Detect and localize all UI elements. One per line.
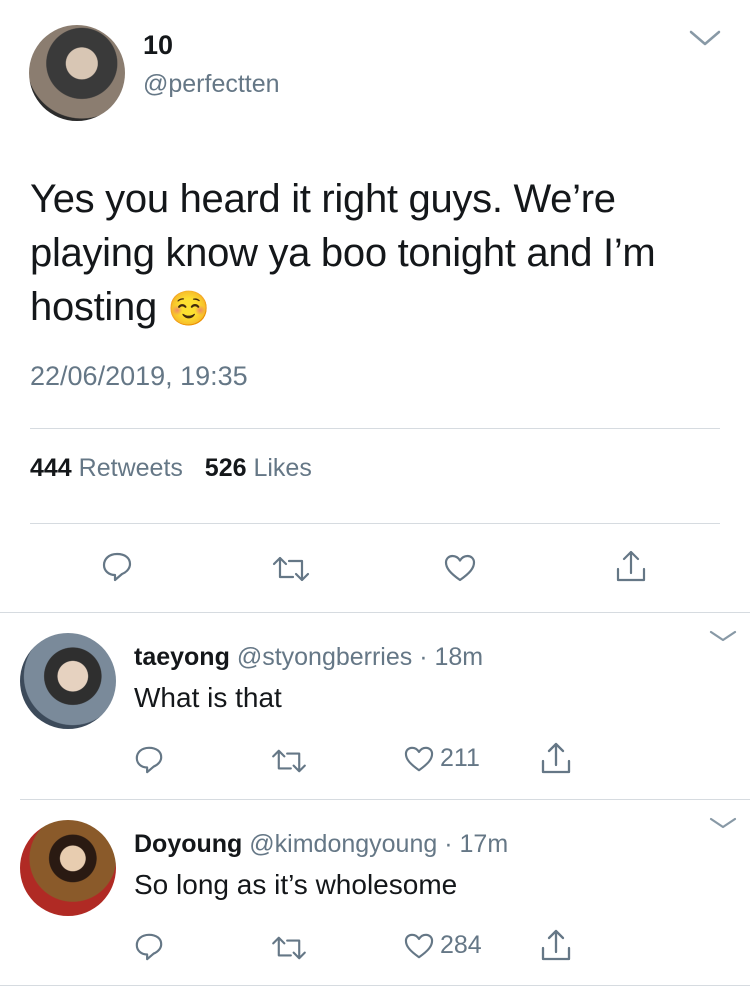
retweets-label[interactable]: Retweets xyxy=(79,454,183,482)
divider xyxy=(30,523,720,524)
reply-avatar[interactable] xyxy=(20,820,116,916)
retweet-icon[interactable] xyxy=(271,555,311,583)
engagement-stats: 444 Retweets 526 Likes xyxy=(30,454,312,483)
chevron-down-icon[interactable] xyxy=(708,815,738,831)
like-button[interactable]: 284 xyxy=(404,931,482,960)
retweet-icon[interactable] xyxy=(270,935,308,961)
tweet-text: Yes you heard it right guys. We’re playi… xyxy=(30,177,656,329)
like-icon xyxy=(404,745,434,773)
divider xyxy=(0,985,750,986)
reply-icon[interactable] xyxy=(134,932,164,962)
like-count: 211 xyxy=(440,744,480,772)
reply-icon[interactable] xyxy=(101,551,133,583)
author-handle[interactable]: @perfectten xyxy=(143,70,280,99)
separator-dot: · xyxy=(444,830,453,858)
chevron-down-icon[interactable] xyxy=(688,28,722,48)
author-avatar[interactable] xyxy=(29,25,125,121)
reply-text: So long as it’s wholesome xyxy=(134,869,458,900)
retweet-count[interactable]: 444 xyxy=(30,454,72,482)
chevron-down-icon[interactable] xyxy=(708,628,738,644)
retweet-icon[interactable] xyxy=(270,748,308,774)
smiling-emoji: ☺️ xyxy=(167,290,210,328)
reply-avatar[interactable] xyxy=(20,633,116,729)
separator-dot: · xyxy=(419,643,428,671)
reply-age: 17m xyxy=(459,830,509,858)
share-icon[interactable] xyxy=(540,928,572,962)
likes-label[interactable]: Likes xyxy=(253,454,311,482)
reply-age: 18m xyxy=(434,643,484,671)
reply-header: taeyong @styongberries · 18m xyxy=(134,643,483,672)
like-button[interactable]: 211 xyxy=(404,744,480,773)
reply-text: What is that xyxy=(134,682,282,713)
share-icon[interactable] xyxy=(615,549,647,583)
reply-icon[interactable] xyxy=(134,745,164,775)
divider xyxy=(20,799,750,800)
reply-header: Doyoung @kimdongyoung · 17m xyxy=(134,830,508,859)
share-icon[interactable] xyxy=(540,741,572,775)
author-display-name[interactable]: 10 xyxy=(143,30,173,61)
reply-display-name[interactable]: taeyong xyxy=(134,643,230,671)
like-icon[interactable] xyxy=(444,553,476,583)
tweet-timestamp: 22/06/2019, 19:35 xyxy=(30,361,248,391)
reply-display-name[interactable]: Doyoung xyxy=(134,830,242,858)
reply-handle[interactable]: @kimdongyoung xyxy=(249,830,437,858)
divider xyxy=(30,428,720,429)
like-count[interactable]: 526 xyxy=(205,454,247,482)
tweet-body: Yes you heard it right guys. We’re playi… xyxy=(30,172,720,336)
divider xyxy=(0,612,750,613)
reply-handle[interactable]: @styongberries xyxy=(237,643,412,671)
like-icon xyxy=(404,932,434,960)
like-count: 284 xyxy=(440,931,482,959)
